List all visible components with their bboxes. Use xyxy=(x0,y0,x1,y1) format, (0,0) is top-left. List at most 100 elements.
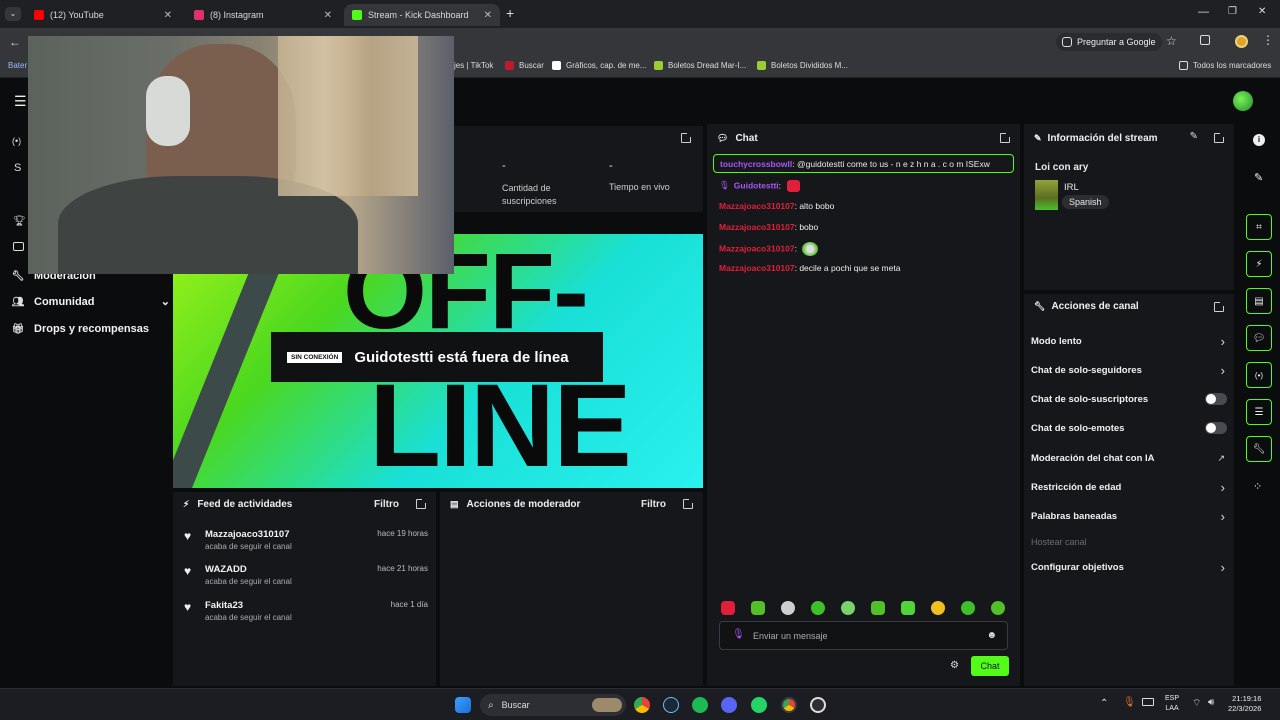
minimize-button[interactable]: — xyxy=(1198,6,1209,18)
emote-icon[interactable] xyxy=(721,601,735,615)
emote-icon[interactable] xyxy=(781,601,795,615)
steam-icon[interactable] xyxy=(663,697,679,713)
volume-icon[interactable]: 🔊︎ xyxy=(1208,697,1214,708)
chat-send-button[interactable]: Chat xyxy=(971,656,1009,676)
youtube-icon xyxy=(34,10,44,20)
expand-icon[interactable] xyxy=(683,498,694,509)
wifi-icon[interactable]: ⌔ xyxy=(1192,697,1201,710)
emote-icon[interactable] xyxy=(931,601,945,615)
stat-subs-value: - xyxy=(502,160,506,172)
expand-icon[interactable] xyxy=(681,132,692,143)
pencil-icon[interactable]: ✎ xyxy=(1254,171,1263,184)
action-ai-moderation[interactable]: Moderación del chat con IA ↗ xyxy=(1031,453,1229,464)
emote-icon[interactable] xyxy=(901,601,915,615)
sidebar-item-comunidad[interactable]: 👥︎ Comunidad ⌄ xyxy=(12,296,170,308)
clock[interactable]: 21:19:16 22/3/2026 xyxy=(1228,694,1261,714)
list-icon[interactable]: ☰ xyxy=(1246,399,1272,425)
notes-icon[interactable]: ▤ xyxy=(1246,288,1272,314)
bookmark-item[interactable]: Boletos Dread Mar-I... xyxy=(654,61,746,70)
expand-icon[interactable] xyxy=(416,498,427,509)
emoji-icon[interactable]: ☻ xyxy=(986,630,997,641)
emote-icon[interactable] xyxy=(871,601,885,615)
all-bookmarks[interactable]: Todos los marcadores xyxy=(1179,61,1271,70)
trophy-icon[interactable]: 🏆︎ xyxy=(13,216,26,227)
chat-settings-icon[interactable]: ⚙ xyxy=(950,660,959,671)
taskbar-search[interactable]: ⌕ Buscar xyxy=(480,694,626,716)
whatsapp-icon[interactable] xyxy=(751,697,767,713)
expand-icon[interactable] xyxy=(1214,301,1225,312)
bolt-icon[interactable]: ⚡︎ xyxy=(1246,251,1272,277)
emotes-only-toggle[interactable] xyxy=(1205,422,1227,434)
panel-header: 🔧︎ Acciones de canal xyxy=(1024,294,1234,318)
spotify-icon[interactable] xyxy=(692,697,708,713)
chat-icon[interactable]: 💬︎ xyxy=(1246,325,1272,351)
broadcast-icon[interactable]: (•) xyxy=(1246,362,1272,388)
menu-dots-icon[interactable]: ⋮ xyxy=(1262,33,1274,47)
bookmark-item[interactable]: jes | TikTok xyxy=(454,61,493,70)
filter-button[interactable]: Filtro xyxy=(641,499,666,510)
wrench-icon[interactable]: 🔧︎ xyxy=(1246,436,1272,462)
star-icon[interactable]: ☆ xyxy=(1166,34,1177,48)
filter-button[interactable]: Filtro xyxy=(374,499,399,510)
expand-icon[interactable] xyxy=(1000,132,1011,143)
bookmark-item[interactable]: Buscar xyxy=(505,61,544,70)
emote-icon[interactable] xyxy=(991,601,1005,615)
tab-kick-dashboard[interactable]: Stream - Kick Dashboard ✕ xyxy=(344,4,500,26)
ask-google-button[interactable]: Preguntar a Google xyxy=(1056,33,1162,51)
video-icon[interactable] xyxy=(13,242,24,251)
tab-youtube[interactable]: (12) YouTube ✕ xyxy=(26,4,180,26)
apps-icon[interactable]: ⁘ xyxy=(1253,480,1262,493)
tab-instagram[interactable]: (8) Instagram ✕ xyxy=(186,4,340,26)
close-icon[interactable]: ✕ xyxy=(324,10,332,21)
close-window-button[interactable]: ✕ xyxy=(1258,6,1266,17)
emote-icon[interactable] xyxy=(751,601,765,615)
edit-icon[interactable]: ✎ xyxy=(1190,131,1198,142)
bookmark-item[interactable]: Bater xyxy=(8,61,27,70)
hamburger-menu-icon[interactable]: ☰ xyxy=(14,93,27,110)
sidebar-item-drops[interactable]: 🎁︎ Drops y recompensas xyxy=(12,323,149,335)
close-icon[interactable]: ✕ xyxy=(484,10,492,21)
chrome-icon[interactable] xyxy=(634,697,650,713)
action-slow-mode[interactable]: Modo lento › xyxy=(1031,334,1229,349)
bookmark-item[interactable]: Gráficos, cap. de me... xyxy=(552,61,646,70)
emote-icon[interactable] xyxy=(961,601,975,615)
bookmark-item[interactable]: Boletos Divididos M... xyxy=(757,61,848,70)
maximize-button[interactable]: ❐ xyxy=(1228,6,1237,17)
chevron-up-icon[interactable]: ⌃ xyxy=(1100,698,1108,709)
discord-icon[interactable] xyxy=(721,697,737,713)
lang-code: ESP xyxy=(1165,695,1180,702)
windows-start-icon[interactable] xyxy=(455,697,471,713)
chrome-active-icon[interactable] xyxy=(781,697,797,713)
taskbar-search-label: Buscar xyxy=(501,700,530,710)
tab-search-chevron-icon[interactable]: ⌄ xyxy=(5,7,21,21)
user-avatar[interactable] xyxy=(1233,91,1253,111)
expand-icon[interactable] xyxy=(1214,132,1225,143)
stats-icon[interactable]: S xyxy=(14,162,21,174)
clip-icon[interactable]: ⌗ xyxy=(1246,214,1272,240)
action-banned-words[interactable]: Palabras baneadas › xyxy=(1031,509,1229,524)
emote-icon[interactable] xyxy=(811,601,825,615)
profile-avatar[interactable] xyxy=(1235,35,1248,48)
action-configure-goals[interactable]: Configurar objetivos › xyxy=(1031,560,1229,575)
info-icon[interactable]: i xyxy=(1253,134,1265,146)
back-arrow-icon[interactable]: ← xyxy=(9,35,21,49)
list-icon: ▤ xyxy=(450,498,459,509)
action-age-restriction[interactable]: Restricción de edad › xyxy=(1031,480,1229,495)
pinned-username[interactable]: touchycrossbowll xyxy=(720,159,792,169)
obs-icon[interactable] xyxy=(810,697,826,713)
new-tab-button[interactable]: + xyxy=(506,5,514,21)
extensions-icon[interactable] xyxy=(1200,35,1210,45)
action-followers-only[interactable]: Chat de solo-seguidores › xyxy=(1031,363,1229,378)
subscribers-only-toggle[interactable] xyxy=(1205,393,1227,405)
heart-icon: ♥ xyxy=(184,564,192,578)
sidebar-item-label: Comunidad xyxy=(34,296,95,308)
webcam-overlay xyxy=(28,36,454,274)
emote-icon[interactable] xyxy=(841,601,855,615)
chat-input[interactable]: 🎙︎ Enviar un mensaje ☻ xyxy=(719,621,1008,650)
search-icon: ⌕ xyxy=(488,699,494,711)
keyboard-icon[interactable] xyxy=(1142,698,1154,706)
mic-tray-icon[interactable]: 🎙︎ xyxy=(1123,697,1136,708)
live-icon[interactable]: (•) xyxy=(12,136,21,146)
language-indicator[interactable]: ESP LAA xyxy=(1165,694,1179,714)
close-icon[interactable]: ✕ xyxy=(164,10,172,21)
